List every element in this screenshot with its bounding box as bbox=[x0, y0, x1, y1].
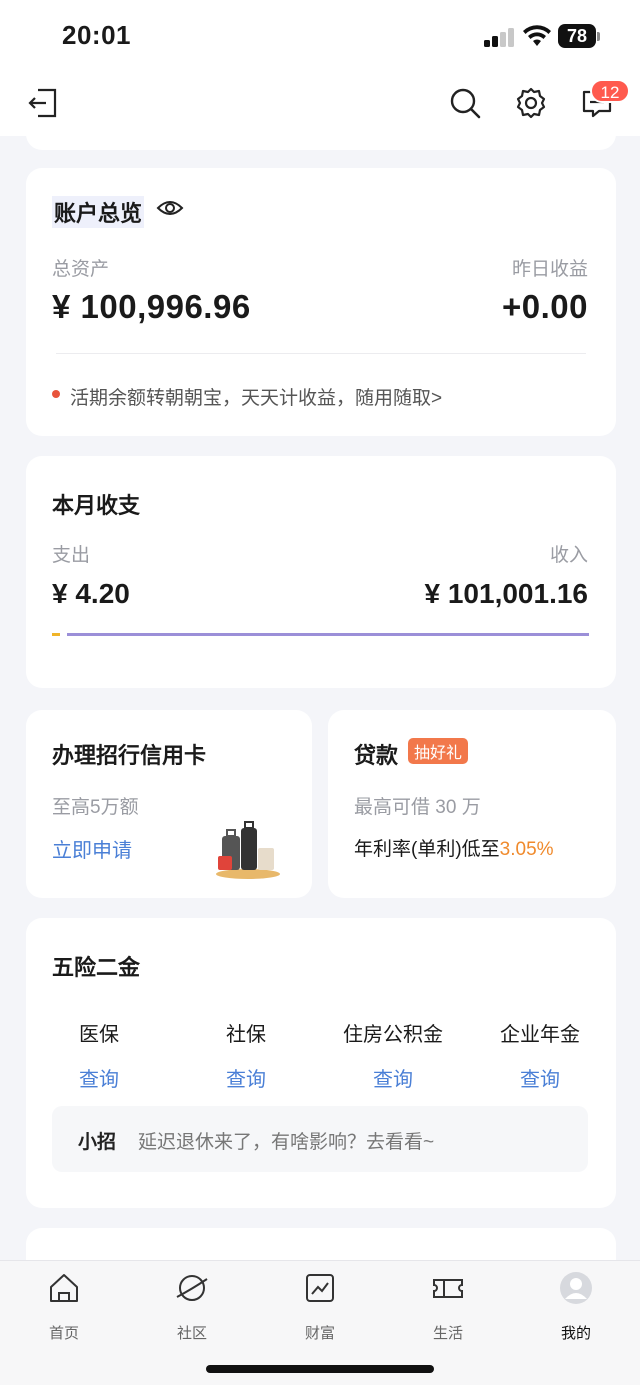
battery-icon: 78 bbox=[558, 24, 596, 48]
loan-rate-value: 3.05% bbox=[499, 839, 554, 860]
tab-wealth[interactable]: 财富 bbox=[280, 1271, 360, 1343]
chart-icon bbox=[306, 1274, 334, 1302]
ticket-icon bbox=[433, 1279, 463, 1298]
tip-dot bbox=[52, 390, 60, 398]
query-link[interactable]: 查询 bbox=[482, 1063, 598, 1092]
home-icon bbox=[50, 1274, 78, 1302]
credit-card-card[interactable]: 办理招行信用卡 至高5万额 立即申请 bbox=[26, 710, 312, 898]
income-label: 收入 bbox=[549, 545, 588, 566]
monthly-summary-card[interactable]: 本月收支 支出 收入 ¥ 4.20 ¥ 101,001.16 bbox=[26, 456, 616, 688]
credit-card-title: 办理招行信用卡 bbox=[52, 743, 207, 768]
monthly-title: 本月收支 bbox=[52, 493, 141, 518]
battery-cap bbox=[597, 32, 600, 41]
tip-label: 小招 bbox=[78, 1132, 117, 1153]
total-assets-value: ¥ 100,996.96 bbox=[52, 288, 251, 325]
tab-label: 财富 bbox=[304, 1325, 335, 1342]
status-time: 20:01 bbox=[62, 20, 131, 50]
expense-value: ¥ 4.20 bbox=[52, 578, 130, 609]
luggage-icon bbox=[216, 821, 280, 879]
eye-icon[interactable] bbox=[156, 198, 184, 218]
tab-community[interactable]: 社区 bbox=[152, 1271, 232, 1343]
yesterday-earnings-label: 昨日收益 bbox=[511, 259, 588, 280]
previous-card-edge bbox=[26, 120, 616, 150]
insurance-card: 五险二金 医保 查询 社保 查询 住房公积金 查询 企业年金 查询 小招 延迟退… bbox=[26, 918, 616, 1208]
tab-life[interactable]: 生活 bbox=[408, 1271, 488, 1343]
divider bbox=[56, 353, 586, 354]
insurance-item-name: 医保 bbox=[79, 1024, 119, 1046]
wifi-icon bbox=[523, 25, 551, 46]
gear-icon[interactable] bbox=[514, 86, 548, 120]
tab-label: 生活 bbox=[432, 1325, 463, 1342]
loan-title: 贷款 bbox=[354, 743, 399, 768]
tab-label: 我的 bbox=[560, 1325, 591, 1342]
avatar-icon bbox=[560, 1272, 592, 1304]
query-link[interactable]: 查询 bbox=[326, 1063, 460, 1092]
income-bar bbox=[67, 633, 589, 636]
expense-label: 支出 bbox=[52, 545, 91, 566]
insurance-item-housing-fund[interactable]: 住房公积金 查询 bbox=[326, 1018, 460, 1092]
total-assets-label: 总资产 bbox=[52, 259, 110, 280]
tip-text: 延迟退休来了，有啥影响？去看看~ bbox=[138, 1132, 435, 1153]
loan-card[interactable]: 贷款 抽好礼 最高可借 30 万 年利率(单利)低至3.05% bbox=[328, 710, 616, 898]
tab-label: 社区 bbox=[176, 1325, 207, 1342]
overview-title: 账户总览 bbox=[52, 196, 145, 228]
loan-subtitle: 最高可借 30 万 bbox=[354, 797, 481, 818]
credit-card-subtitle: 至高5万额 bbox=[52, 797, 139, 818]
insurance-tip-banner[interactable]: 小招 延迟退休来了，有啥影响？去看看~ bbox=[52, 1106, 588, 1172]
loan-promo-tag: 抽好礼 bbox=[408, 738, 469, 764]
insurance-title: 五险二金 bbox=[52, 955, 141, 980]
search-icon[interactable] bbox=[448, 86, 482, 120]
signal-icon bbox=[484, 27, 516, 47]
insurance-item-annuity[interactable]: 企业年金 查询 bbox=[482, 1018, 598, 1092]
query-link[interactable]: 查询 bbox=[42, 1063, 156, 1092]
account-overview-card: 账户总览 总资产 昨日收益 ¥ 100,996.96 +0.00 活期余额转朝朝… bbox=[26, 168, 616, 436]
logout-icon[interactable] bbox=[26, 86, 60, 120]
insurance-item-social[interactable]: 社保 查询 bbox=[189, 1018, 303, 1092]
home-indicator bbox=[206, 1365, 434, 1373]
tab-mine[interactable]: 我的 bbox=[536, 1271, 616, 1343]
yesterday-earnings-value: +0.00 bbox=[502, 288, 588, 325]
insurance-item-medical[interactable]: 医保 查询 bbox=[42, 1018, 156, 1092]
insurance-item-name: 企业年金 bbox=[500, 1024, 580, 1046]
tab-home[interactable]: 首页 bbox=[24, 1271, 104, 1343]
insurance-item-name: 社保 bbox=[226, 1024, 266, 1046]
status-bar: 20:01 78 bbox=[0, 0, 640, 70]
message-badge: 12 bbox=[590, 79, 630, 103]
planet-icon bbox=[176, 1275, 208, 1301]
query-link[interactable]: 查询 bbox=[189, 1063, 303, 1092]
expense-bar bbox=[52, 633, 60, 636]
apply-now-link[interactable]: 立即申请 bbox=[52, 834, 132, 863]
loan-rate: 年利率(单利)低至3.05% bbox=[354, 834, 554, 861]
income-value: ¥ 101,001.16 bbox=[424, 578, 589, 609]
tab-label: 首页 bbox=[48, 1325, 79, 1342]
loan-rate-prefix: 年利率(单利)低至 bbox=[354, 839, 500, 860]
overview-tip-link[interactable]: 活期余额转朝朝宝，天天计收益，随用随取> bbox=[70, 383, 442, 410]
insurance-item-name: 住房公积金 bbox=[343, 1024, 443, 1046]
